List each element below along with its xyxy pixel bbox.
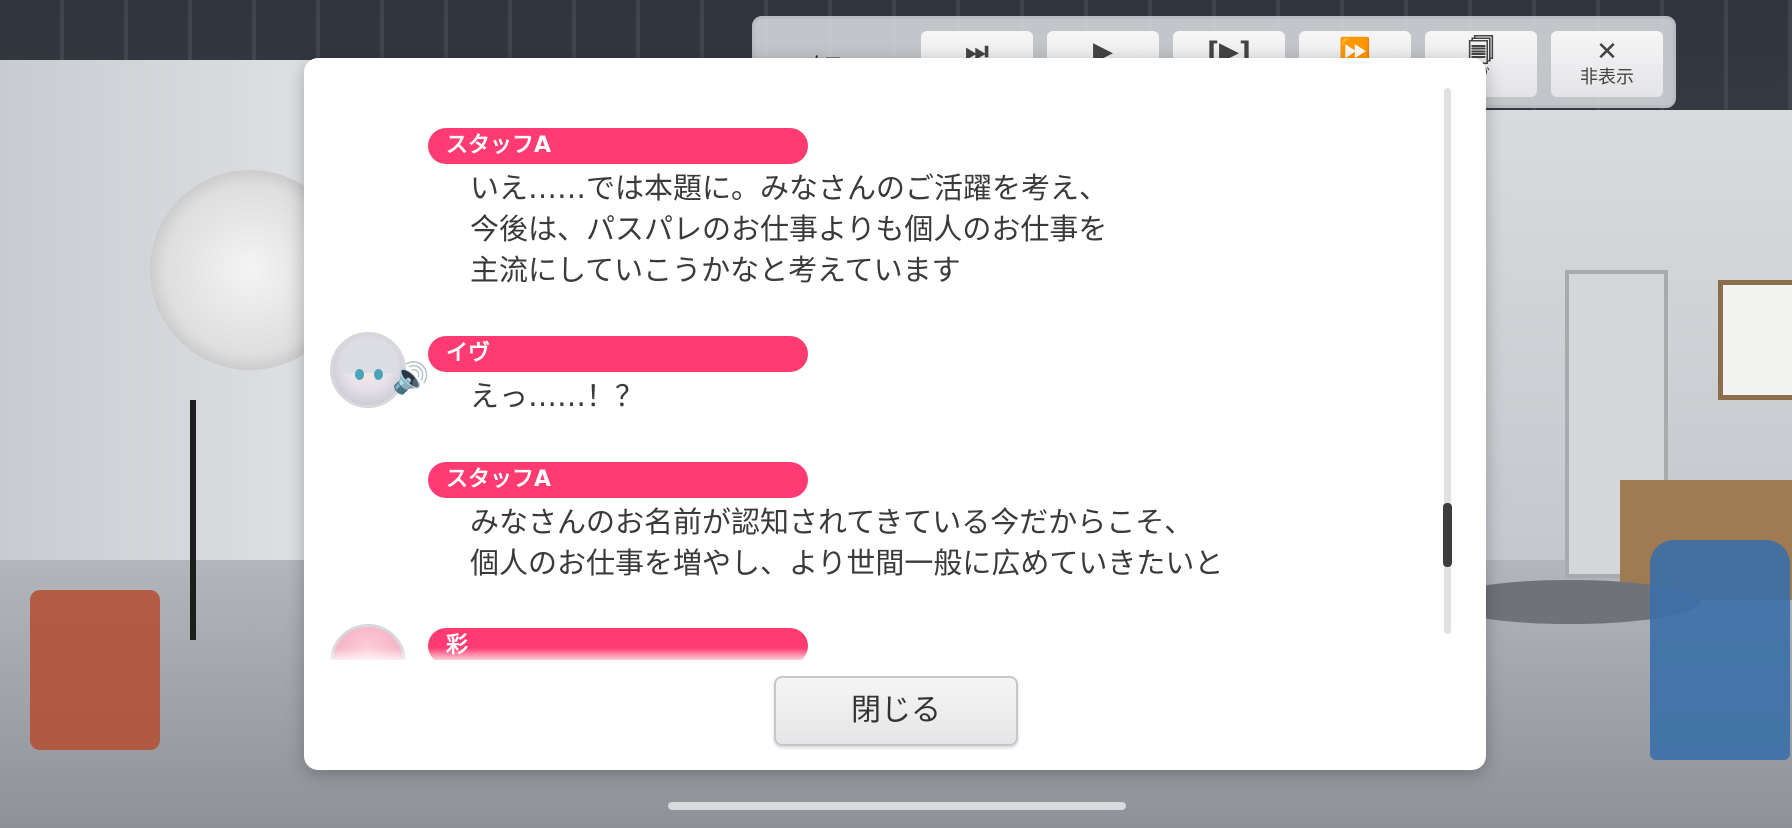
game-screen: → メニュー ⏭ ▶ [▶] ⏩ 🗐 ブ ✕ 非表示 [0,0,1792,828]
dialogue-line: いえ……では本題に。みなさんのご活躍を考え、 [470,171,1109,205]
backlog-list[interactable]: スタッフA いえ……では本題に。みなさんのご活躍を考え、 今後は、パスパレのお仕… [304,58,1486,660]
backlog-modal: スタッフA いえ……では本題に。みなさんのご活躍を考え、 今後は、パスパレのお仕… [304,58,1486,770]
scrollbar[interactable] [1443,88,1452,634]
dialogue-line: みなさんのお名前が認知されてきている今だからこそ、 [470,505,1194,539]
dialogue-line: 今後は、パスパレのお仕事よりも個人のお仕事を [470,212,1108,246]
scrollbar-thumb[interactable] [1443,503,1452,567]
dialogue-line: 主流にしていこうかなと考えています [470,253,961,287]
speaker-name-tag: スタッフA [428,128,808,164]
dialogue-line: えっ……！？ [470,379,645,413]
blue-chair [1650,540,1790,760]
notice-board [1718,280,1792,400]
speaker-name-tag: イヴ [428,336,808,372]
hide-button[interactable]: ✕ 非表示 [1549,29,1665,99]
dialogue-line: 個人のお仕事を増やし、より世間一般に広めていきたいと [470,546,1224,580]
list-fade [304,648,1486,660]
light-stand [190,400,196,640]
close-icon: ✕ [1596,37,1618,67]
home-indicator[interactable] [668,802,1126,810]
close-button[interactable]: 閉じる [774,676,1018,746]
speaker-name-tag: スタッフA [428,462,808,498]
folding-chair [30,590,160,750]
voice-replay-icon[interactable]: 🔊 [392,360,430,398]
